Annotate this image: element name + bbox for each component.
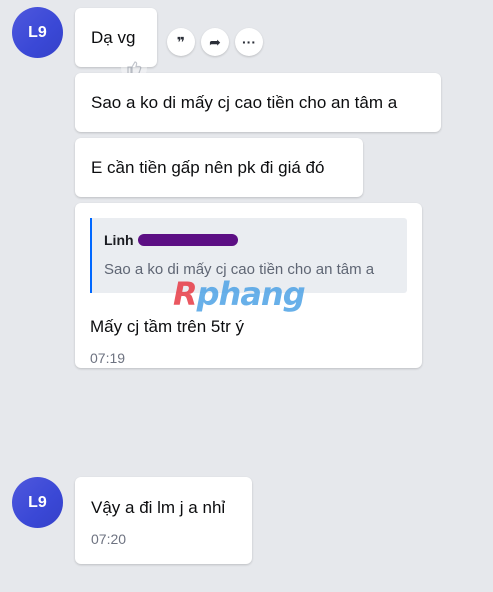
quote-icon[interactable]: ❞ [167,28,195,56]
more-icon[interactable]: ··· [235,28,263,56]
message-bubble[interactable]: Sao a ko di mấy cj cao tiền cho an tâm a [75,73,441,132]
message-text: E cần tiền gấp nên pk đi giá đó [91,158,325,177]
message-text: Sao a ko di mấy cj cao tiền cho an tâm a [91,93,398,112]
avatar[interactable]: L9 [12,7,63,58]
watermark-prefix: R [173,275,198,313]
message-bubble[interactable]: E cần tiền gấp nên pk đi giá đó [75,138,363,197]
watermark-logo: Rphang [173,275,306,313]
message-actions: ❞ ➦ ··· [167,28,263,56]
message-time: 07:19 [90,350,126,366]
message-text: Dạ vg [91,28,136,47]
redaction-mark [138,234,238,246]
watermark-text: phang [196,275,306,313]
message-bubble[interactable]: Vậy a đi lm j a nhỉ 07:20 [75,477,252,564]
message-bubble[interactable]: Dạ vg [75,8,157,67]
avatar[interactable]: L9 [12,477,63,528]
message-text: Mấy cj tầm trên 5tr ý [90,317,244,336]
quote-sender-name: Linh [104,232,397,252]
share-icon[interactable]: ➦ [201,28,229,56]
message-text: Vậy a đi lm j a nhỉ [91,498,226,517]
message-time: 07:20 [91,531,127,547]
